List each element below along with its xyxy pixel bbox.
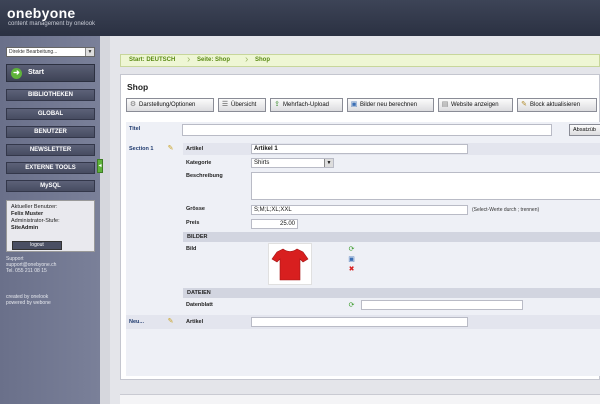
datenblatt-label: Datenblatt — [186, 302, 213, 308]
admin-level-label: Administrator-Stufe: — [11, 218, 60, 224]
gear-icon: ⚙ — [129, 101, 137, 108]
overview-button[interactable]: ☰ Übersicht — [218, 98, 266, 112]
dateien-header: DATEIEN — [183, 288, 600, 298]
user-info-box: Aktueller Benutzer: Felix Muster Adminis… — [6, 200, 95, 252]
groesse-input[interactable]: S;M;L;XL;XXL — [251, 205, 468, 215]
beschreibung-label: Beschreibung — [186, 173, 223, 179]
nav-bibliotheken[interactable]: BIBLIOTHEKEN — [6, 89, 95, 101]
beschreibung-textarea[interactable] — [251, 172, 600, 200]
start-label: Start — [28, 69, 44, 76]
app-header: onebyone content management by onelook — [0, 0, 600, 36]
breadcrumb-start[interactable]: Start: DEUTSCH — [129, 55, 175, 66]
display-options-button[interactable]: ⚙ Darstellung/Optionen — [126, 98, 214, 112]
new-artikel-label: Artikel — [186, 319, 204, 325]
chevron-down-icon[interactable]: ▼ — [85, 48, 94, 56]
page-icon: ▤ — [441, 101, 449, 108]
datenblatt-input[interactable] — [361, 300, 523, 310]
bild-label: Bild — [186, 246, 197, 252]
app-tagline: content management by onelook — [8, 21, 96, 27]
support-phone: Tel. 055 211 08 15 — [6, 268, 47, 274]
app-logo[interactable]: onebyone — [7, 5, 76, 21]
kategorie-label: Kategorie — [186, 160, 212, 166]
upload-icon: ⇪ — [274, 101, 280, 108]
overview-label: Übersicht — [231, 102, 257, 108]
display-options-label: Darstellung/Optionen — [139, 102, 196, 108]
add-pencil-icon[interactable]: ✎ — [167, 318, 174, 325]
shop-panel: Shop ⚙ Darstellung/Optionen ☰ Übersicht … — [120, 74, 600, 380]
sidebar-collapse-handle[interactable]: ◂ — [97, 159, 103, 173]
delete-icon[interactable]: ✖ — [348, 266, 355, 273]
refresh-block-button[interactable]: ✎ Block aktualisieren — [517, 98, 597, 112]
recalc-images-button[interactable]: ▣ Bilder neu berechnen — [347, 98, 434, 112]
refresh-icon[interactable]: ⟳ — [348, 246, 355, 253]
nav-mysql[interactable]: MySQL — [6, 180, 95, 192]
pencil-icon[interactable]: ✎ — [167, 145, 174, 152]
titel-input[interactable] — [182, 124, 552, 136]
current-user-label: Aktueller Benutzer: — [11, 204, 58, 210]
preis-input[interactable]: 25.00 — [251, 219, 298, 229]
breadcrumb-current: Shop — [255, 57, 270, 63]
view-website-label: Website anzeigen — [451, 102, 499, 108]
admin-level: SiteAdmin — [11, 225, 39, 231]
nav-newsletter[interactable]: NEWSLETTER — [6, 144, 95, 156]
mode-select[interactable]: Direkte Bearbeitung... ▼ — [6, 47, 95, 57]
new-artikel-input[interactable] — [251, 317, 468, 327]
bilder-header: BILDER — [183, 232, 600, 242]
breadcrumb-seite[interactable]: Seite: Shop — [197, 55, 230, 66]
recalc-images-label: Bilder neu berechnen — [360, 102, 418, 108]
list-icon: ☰ — [221, 101, 229, 108]
powered-by[interactable]: powered by webone — [6, 300, 51, 306]
shop-form: Titel Absatzüb Section 1 ✎ Artikel Artik… — [126, 122, 600, 376]
chevron-right-icon: › — [245, 54, 249, 65]
nav-externe-tools[interactable]: EXTERNE TOOLS — [6, 162, 95, 174]
chevron-right-icon: › — [187, 54, 191, 65]
tshirt-icon — [271, 248, 309, 281]
refresh-icon[interactable]: ⟳ — [348, 302, 355, 309]
shirt-image[interactable] — [268, 243, 312, 285]
edit-image-icon[interactable]: ▣ — [348, 256, 355, 263]
groesse-label: Grösse — [186, 206, 205, 212]
nav-global[interactable]: GLOBAL — [6, 108, 95, 120]
groesse-note: (Select-Werte durch ; trennen) — [472, 207, 540, 213]
sidebar: Direkte Bearbeitung... ▼ ➜ Start BIBLIOT… — [0, 36, 100, 404]
wrench-icon: ✎ — [521, 101, 527, 108]
artikel-label: Artikel — [186, 146, 204, 152]
start-button[interactable]: ➜ Start — [6, 64, 95, 82]
section-label: Section 1 — [129, 146, 154, 152]
titel-label: Titel — [129, 126, 141, 132]
mode-select-value: Direkte Bearbeitung... — [9, 49, 58, 55]
nav-benutzer[interactable]: BENUTZER — [6, 126, 95, 138]
main-content: Start: DEUTSCH › Seite: Shop › Shop Shop… — [110, 36, 600, 404]
logout-button[interactable]: logout — [12, 241, 62, 250]
artikel-input[interactable]: Artikel 1 — [251, 144, 468, 154]
kategorie-select[interactable]: Shirts ▼ — [251, 158, 334, 168]
arrow-right-icon: ➜ — [11, 68, 22, 79]
preis-label: Preis — [186, 220, 200, 226]
current-user-name: Felix Muster — [11, 211, 44, 217]
multi-upload-button[interactable]: ⇪ Mehrfach-Upload — [270, 98, 343, 112]
chevron-down-icon[interactable]: ▼ — [324, 159, 333, 167]
new-section-label: Neu... — [129, 319, 144, 325]
multi-upload-label: Mehrfach-Upload — [283, 102, 330, 108]
absatz-button[interactable]: Absatzüb — [569, 124, 600, 136]
refresh-block-label: Block aktualisieren — [530, 102, 581, 108]
view-website-button[interactable]: ▤ Website anzeigen — [438, 98, 513, 112]
bottom-bar — [120, 394, 600, 404]
kategorie-value: Shirts — [254, 160, 270, 166]
breadcrumb: Start: DEUTSCH › Seite: Shop › Shop — [120, 54, 600, 67]
page-title: Shop — [127, 82, 149, 92]
toolbar: ⚙ Darstellung/Optionen ☰ Übersicht ⇪ Meh… — [126, 98, 600, 112]
image-icon: ▣ — [350, 101, 358, 108]
